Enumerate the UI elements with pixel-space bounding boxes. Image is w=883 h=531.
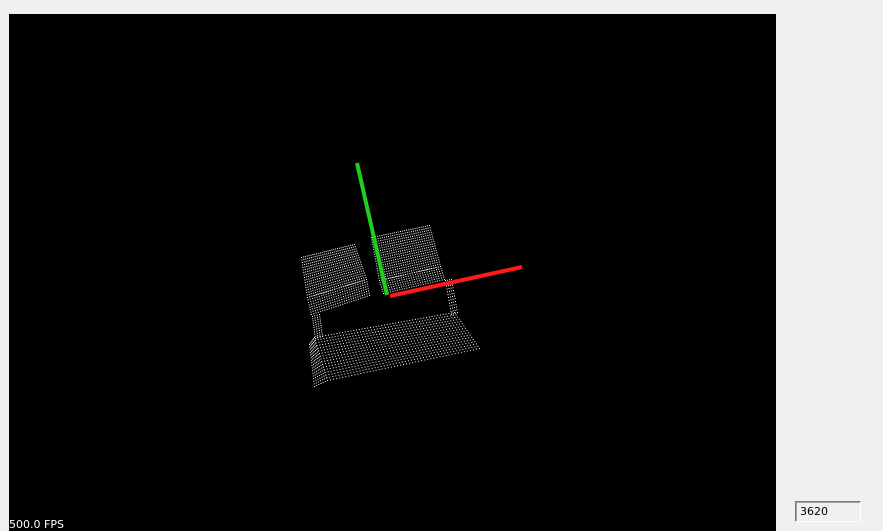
y-axis xyxy=(355,162,389,296)
point-cloud-scene[interactable] xyxy=(9,14,776,531)
point-count-value: 3620 xyxy=(800,505,828,518)
point-cloud-viewport[interactable]: 500.0 FPS xyxy=(9,14,776,531)
point-count-field[interactable]: 3620 xyxy=(795,501,861,522)
app-window: 500.0 FPS 3620 xyxy=(0,0,883,531)
fps-counter: 500.0 FPS xyxy=(9,518,64,531)
point-cloud xyxy=(301,225,480,387)
